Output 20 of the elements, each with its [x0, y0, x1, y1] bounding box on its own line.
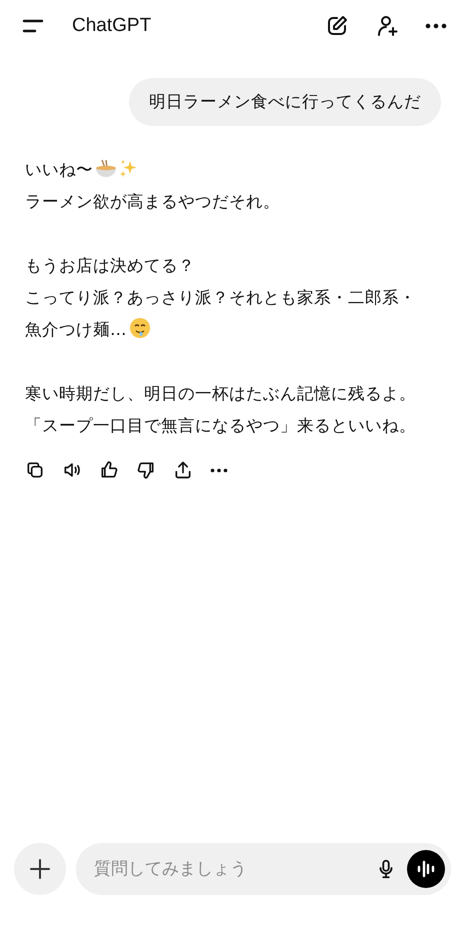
- plus-icon: [29, 858, 51, 880]
- app-title: ChatGPT: [72, 15, 152, 37]
- message-input[interactable]: 質問してみましょう: [76, 843, 451, 895]
- smiling-face-icon: [128, 317, 150, 339]
- assistant-paragraph: 寒い時期だし、明日の一杯はたぶん記憶に残るよ。 「スープ一口目で無言になるやつ」来るといいね。: [25, 383, 417, 437]
- thumbs-down-icon[interactable]: [136, 460, 156, 480]
- assistant-paragraph: いいね〜 ラーメン欲が高まるやつだそれ。: [25, 158, 281, 213]
- thumbs-up-icon[interactable]: [99, 460, 119, 480]
- more-icon[interactable]: [210, 468, 228, 472]
- add-button[interactable]: [14, 843, 66, 895]
- share-icon[interactable]: [173, 460, 193, 480]
- copy-icon[interactable]: [25, 460, 45, 480]
- waveform-icon: [416, 860, 436, 878]
- user-message: 明日ラーメン食べに行ってくるんだ: [129, 78, 441, 126]
- ramen-bowl-icon: [95, 159, 117, 179]
- add-person-icon[interactable]: [375, 14, 399, 38]
- new-chat-icon[interactable]: [325, 14, 349, 38]
- more-icon[interactable]: [425, 23, 447, 29]
- menu-icon[interactable]: [22, 19, 44, 33]
- assistant-paragraph: もうお店は決めてる？ こってり派？あっさり派？それとも家系・二郎系・ 魚介つけ麺…: [25, 255, 417, 341]
